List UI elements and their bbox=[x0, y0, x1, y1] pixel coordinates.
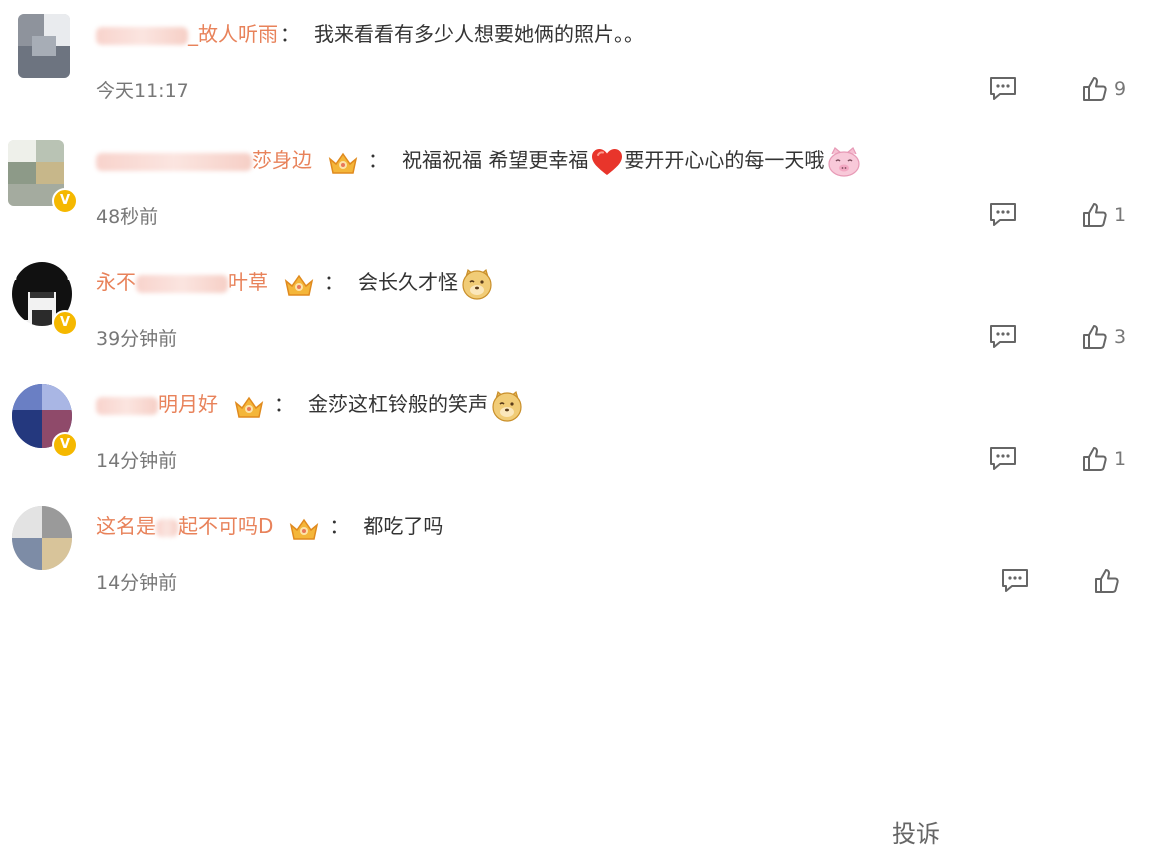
verified-v-badge-icon: V bbox=[52, 432, 78, 458]
timestamp: 39分钟前 bbox=[96, 328, 178, 350]
comment-line: 这名是 起不可吗D ： 都吃了吗 bbox=[96, 508, 443, 544]
redacted-username bbox=[96, 152, 252, 171]
comment-line: _故人听雨 ： 我来看看有多少人想要她俩的照片。。 bbox=[96, 16, 644, 52]
comment-item: _故人听雨 ： 我来看看有多少人想要她俩的照片。。 今天11:17 9 bbox=[0, 14, 1168, 124]
username[interactable]: 莎身边 bbox=[96, 142, 312, 178]
like-button[interactable] bbox=[1092, 566, 1126, 596]
like-button[interactable]: 1 bbox=[1080, 444, 1126, 474]
comment-icon bbox=[990, 77, 1016, 100]
comment-icon bbox=[990, 325, 1016, 348]
comment-icon bbox=[990, 203, 1016, 226]
reply-button[interactable] bbox=[988, 322, 1018, 352]
like-button[interactable]: 1 bbox=[1080, 200, 1126, 230]
like-button[interactable]: 3 bbox=[1080, 322, 1126, 352]
colon-separator: ： bbox=[274, 392, 294, 416]
crown-badge-icon bbox=[328, 152, 358, 174]
colon-separator: ： bbox=[329, 514, 350, 538]
thumbs-up-icon bbox=[1095, 569, 1119, 593]
like-button[interactable]: 9 bbox=[1080, 74, 1126, 104]
username[interactable]: 这名是 起不可吗D bbox=[96, 508, 273, 544]
colon-separator: ： bbox=[324, 270, 344, 294]
reply-button[interactable] bbox=[988, 444, 1018, 474]
verified-v-badge-icon: V bbox=[52, 310, 78, 336]
like-count: 3 bbox=[1114, 326, 1127, 348]
redacted-username bbox=[96, 26, 188, 45]
crown-badge-icon bbox=[290, 518, 319, 540]
comment-text: 我来看看有多少人想要她俩的照片。。 bbox=[314, 22, 644, 46]
timestamp: 今天11:17 bbox=[96, 80, 189, 102]
crown-badge-icon bbox=[234, 396, 264, 418]
thumbs-up-icon bbox=[1083, 325, 1107, 349]
doge-face-icon bbox=[462, 268, 492, 300]
redacted-username bbox=[156, 518, 178, 537]
comment-text: 都吃了吗 bbox=[363, 514, 444, 538]
comment-line: 明月好 ： 金莎这杠铃般的笑声 bbox=[96, 386, 524, 422]
comment-item: V 明月好 ： 金莎这杠铃般的笑声 14分钟前 投诉 1 bbox=[0, 384, 1168, 848]
heart-icon bbox=[592, 148, 623, 175]
thumbs-up-icon bbox=[1083, 77, 1107, 101]
timestamp: 14分钟前 bbox=[96, 572, 178, 594]
thumbs-up-icon bbox=[1083, 203, 1107, 227]
doge-face-icon bbox=[492, 390, 522, 422]
comment-item: V 永不 叶草 ： 会长久才怪 39分钟前 3 bbox=[0, 262, 1168, 372]
comment-text: 会长久才怪 bbox=[358, 270, 458, 294]
avatar[interactable] bbox=[18, 14, 70, 78]
reply-button[interactable] bbox=[988, 200, 1018, 230]
colon-separator: ： bbox=[280, 22, 300, 46]
like-count: 1 bbox=[1114, 448, 1127, 470]
username[interactable]: 永不 叶草 bbox=[96, 264, 268, 300]
reply-button[interactable] bbox=[1000, 566, 1030, 596]
timestamp: 14分钟前 bbox=[96, 450, 178, 472]
comment-icon bbox=[1002, 569, 1028, 592]
comment-text: 祝福祝福 希望更幸福 bbox=[402, 148, 589, 172]
redacted-username bbox=[96, 396, 158, 415]
timestamp: 48秒前 bbox=[96, 206, 159, 228]
like-count: 9 bbox=[1114, 78, 1127, 100]
comment-line: 永不 叶草 ： 会长久才怪 bbox=[96, 264, 494, 300]
pig-face-icon bbox=[828, 146, 860, 177]
comment-item: V 莎身边 ： 祝福祝福 希望更幸福 要开开心心的每一天哦 48秒前 1 bbox=[0, 140, 1168, 250]
redacted-username bbox=[136, 274, 228, 293]
comment-line: 莎身边 ： 祝福祝福 希望更幸福 要开开心心的每一天哦 bbox=[96, 142, 862, 178]
avatar[interactable] bbox=[12, 506, 72, 570]
comment-item: 这名是 起不可吗D ： 都吃了吗 14分钟前 bbox=[0, 506, 1168, 616]
comment-text-continued: 要开开心心的每一天哦 bbox=[624, 148, 825, 172]
thumbs-up-icon bbox=[1083, 447, 1107, 471]
report-button[interactable]: 投诉 bbox=[892, 814, 940, 849]
username[interactable]: 明月好 bbox=[96, 386, 218, 422]
like-count: 1 bbox=[1114, 204, 1127, 226]
comment-icon bbox=[990, 447, 1016, 470]
colon-separator: ： bbox=[368, 148, 388, 172]
verified-v-badge-icon: V bbox=[52, 188, 78, 214]
comment-text: 金莎这杠铃般的笑声 bbox=[308, 392, 488, 416]
crown-badge-icon bbox=[284, 274, 314, 296]
username[interactable]: _故人听雨 bbox=[96, 16, 278, 52]
reply-button[interactable] bbox=[988, 74, 1018, 104]
